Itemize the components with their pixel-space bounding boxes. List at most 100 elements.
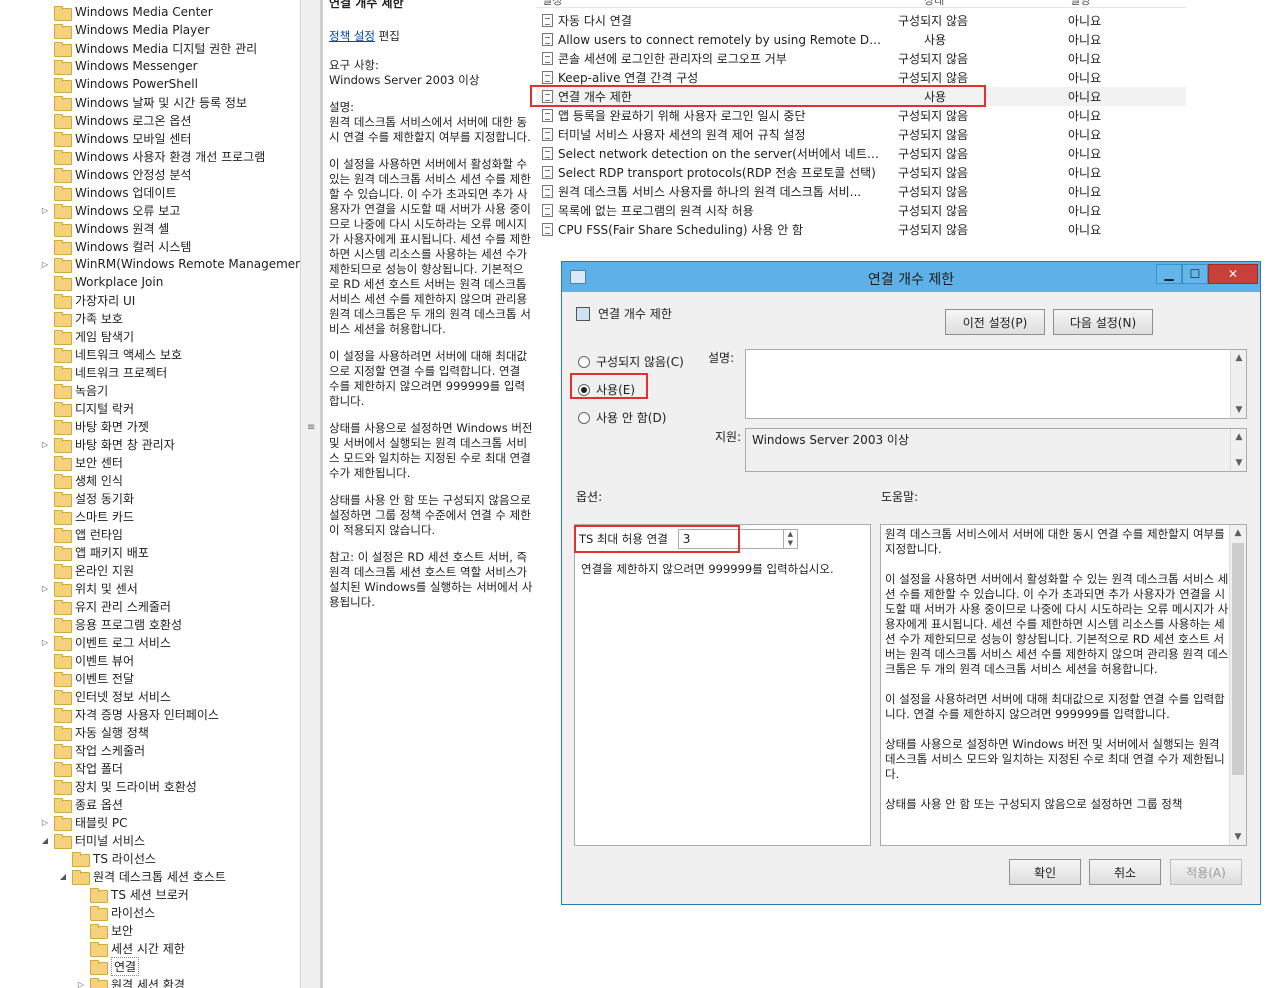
list-row[interactable]: Select network detection on the server(서… — [536, 144, 1186, 163]
tree-item[interactable]: Windows Messenger — [40, 57, 198, 75]
splitter-grip-icon[interactable]: ≡ — [307, 422, 315, 434]
tree-item[interactable]: 이벤트 전달 — [40, 669, 134, 687]
tree-item[interactable]: 바탕 화면 가젯 — [40, 417, 149, 435]
tree-item[interactable]: 앱 런타임 — [40, 525, 123, 543]
tree-item[interactable]: 보안 센터 — [40, 453, 123, 471]
expand-arrow-icon[interactable]: ▷ — [40, 637, 50, 647]
dialog-titlebar[interactable]: 연결 개수 제한 ▁ ☐ ✕ — [562, 262, 1260, 292]
tree-item[interactable]: 네트워크 액세스 보호 — [40, 345, 182, 363]
tree-item[interactable]: 온라인 지원 — [40, 561, 134, 579]
tree-item[interactable]: 이벤트 뷰어 — [40, 651, 134, 669]
list-row[interactable]: 앱 등록을 완료하기 위해 사용자 로그인 일시 중단 구성되지 않음 아니요 — [536, 106, 1186, 125]
tree-item[interactable]: 작업 폴더 — [40, 759, 123, 777]
maximize-button[interactable]: ☐ — [1182, 264, 1208, 284]
tree-item[interactable]: ▷ 이벤트 로그 서비스 — [40, 633, 171, 651]
list-row[interactable]: 터미널 서비스 사용자 세션의 원격 제어 규칙 설정 구성되지 않음 아니요 — [536, 125, 1186, 144]
column-header-setting[interactable]: 설정 — [542, 0, 562, 8]
collapse-arrow-icon[interactable]: ◢ — [40, 835, 50, 845]
cancel-button[interactable]: 취소 — [1089, 859, 1161, 885]
tree-item[interactable]: Windows Media Player — [40, 21, 210, 39]
tree-item[interactable]: 디지털 락커 — [40, 399, 134, 417]
ok-button[interactable]: 확인 — [1009, 859, 1081, 885]
list-row[interactable]: 콘솔 세션에 로그인한 관리자의 로그오프 거부 구성되지 않음 아니요 — [536, 49, 1186, 68]
expand-arrow-icon[interactable]: ▷ — [40, 439, 50, 449]
tree-item[interactable]: 설정 동기화 — [40, 489, 134, 507]
radio-disabled[interactable]: 사용 안 함(D) — [578, 409, 666, 426]
tree-item[interactable]: ◢ 원격 데스크톱 세션 호스트 — [58, 867, 226, 885]
tree-item[interactable]: TS 세션 브로커 — [76, 885, 189, 903]
tree-item[interactable]: ▷ 위치 및 센서 — [40, 579, 138, 597]
list-row[interactable]: 연결 개수 제한 사용 아니요 — [530, 85, 1186, 107]
tree-item[interactable]: Windows Media 디지털 권한 관리 — [40, 39, 257, 57]
tree-item[interactable]: Windows 업데이트 — [40, 183, 177, 201]
tree-item[interactable]: 장치 및 드라이버 호환성 — [40, 777, 197, 795]
tree-item[interactable]: Workplace Join — [40, 273, 163, 291]
tree-item[interactable]: ◢ 터미널 서비스 — [40, 831, 145, 849]
comment-scrollbar[interactable]: ▲ ▼ — [1230, 350, 1246, 418]
expand-arrow-icon[interactable]: ▷ — [76, 979, 86, 988]
collapse-arrow-icon[interactable]: ◢ — [58, 871, 68, 881]
tree-item[interactable]: ▷ Windows 오류 보고 — [40, 201, 180, 219]
column-header-comment[interactable]: 설명 — [1070, 0, 1090, 8]
tree-item[interactable]: Windows 컬러 시스템 — [40, 237, 191, 255]
tree-item[interactable]: 유지 관리 스케줄러 — [40, 597, 171, 615]
previous-setting-button[interactable]: 이전 설정(P) — [945, 309, 1045, 335]
tree-item[interactable]: 자동 실행 정책 — [40, 723, 149, 741]
expand-arrow-icon[interactable]: ▷ — [40, 259, 50, 269]
tree-item[interactable]: ▷ 원격 세션 환경 — [76, 975, 185, 988]
scroll-up-icon[interactable]: ▲ — [1231, 429, 1247, 445]
tree-item[interactable]: Windows Media Center — [40, 3, 213, 21]
close-button[interactable]: ✕ — [1208, 264, 1258, 284]
stepper-arrows-icon[interactable]: ▲ ▼ — [782, 530, 797, 548]
radio-disabled-dot[interactable] — [578, 411, 590, 424]
tree-item[interactable]: ▷ 바탕 화면 창 관리자 — [40, 435, 175, 453]
minimize-button[interactable]: ▁ — [1156, 264, 1182, 284]
expand-arrow-icon[interactable]: ▷ — [40, 817, 50, 827]
tree-item[interactable]: 응용 프로그램 호환성 — [40, 615, 182, 633]
column-header-state[interactable]: 상태 — [924, 0, 944, 8]
list-row[interactable]: 목록에 없는 프로그램의 원격 시작 허용 구성되지 않음 아니요 — [536, 201, 1186, 220]
tree-item[interactable]: 생체 인식 — [40, 471, 123, 489]
next-setting-button[interactable]: 다음 설정(N) — [1053, 309, 1153, 335]
scroll-down-icon[interactable]: ▼ — [1230, 829, 1246, 845]
tree-item[interactable]: 스마트 카드 — [40, 507, 134, 525]
tree-item[interactable]: 인터넷 정보 서비스 — [40, 687, 171, 705]
radio-not-configured[interactable]: 구성되지 않음(C) — [578, 353, 684, 370]
tree-item[interactable]: Windows 안정성 분석 — [40, 165, 191, 183]
scroll-up-icon[interactable]: ▲ — [1230, 525, 1246, 541]
scroll-up-icon[interactable]: ▲ — [1231, 350, 1247, 366]
tree-item[interactable]: Windows 모바일 센터 — [40, 129, 191, 147]
tree-item[interactable]: ▷ WinRM(Windows Remote Management) — [40, 255, 300, 273]
tree-item[interactable]: Windows 날짜 및 시간 등록 정보 — [40, 93, 247, 111]
edit-policy-link[interactable]: 정책 설정 — [329, 29, 375, 43]
radio-not-configured-dot[interactable] — [578, 355, 590, 368]
tree-item[interactable]: 라이선스 — [76, 903, 155, 921]
list-row[interactable]: Select RDP transport protocols(RDP 전송 프로… — [536, 163, 1186, 182]
help-scrollbar[interactable]: ▲ ▼ — [1229, 525, 1246, 845]
help-scroll-thumb[interactable] — [1232, 543, 1244, 775]
expand-arrow-icon[interactable]: ▷ — [40, 205, 50, 215]
scroll-down-icon[interactable]: ▼ — [1231, 402, 1247, 418]
expand-arrow-icon[interactable]: ▷ — [40, 583, 50, 593]
tree-item[interactable]: Windows 원격 셸 — [40, 219, 169, 237]
scroll-down-icon[interactable]: ▼ — [1231, 455, 1247, 471]
tree-item[interactable]: Windows PowerShell — [40, 75, 198, 93]
tree-item[interactable]: TS 라이선스 — [58, 849, 156, 867]
apply-button[interactable]: 적용(A) — [1170, 859, 1242, 885]
tree-item[interactable]: 작업 스케줄러 — [40, 741, 145, 759]
tree-item[interactable]: 네트워크 프로젝터 — [40, 363, 167, 381]
tree-item[interactable]: 세션 시간 제한 — [76, 939, 185, 957]
pane-splitter[interactable]: ≡ — [300, 0, 322, 988]
tree-item[interactable]: 연결 — [76, 956, 140, 976]
tree-item[interactable]: 보안 — [76, 921, 133, 939]
tree-item[interactable]: 자격 증명 사용자 인터페이스 — [40, 705, 219, 723]
tree-item[interactable]: 가족 보호 — [40, 309, 123, 327]
tree-item[interactable]: 앱 패키지 배포 — [40, 543, 149, 561]
tree-item[interactable]: 게임 탐색기 — [40, 327, 134, 345]
list-row[interactable]: Allow users to connect remotely by using… — [536, 30, 1186, 49]
tree-item[interactable]: Windows 사용자 환경 개선 프로그램 — [40, 147, 265, 165]
tree-item[interactable]: Windows 로그온 옵션 — [40, 111, 191, 129]
list-row[interactable]: CPU FSS(Fair Share Scheduling) 사용 안 함 구성되… — [536, 220, 1186, 239]
tree-item[interactable]: 가장자리 UI — [40, 291, 135, 309]
tree-item[interactable]: 종료 옵션 — [40, 795, 123, 813]
